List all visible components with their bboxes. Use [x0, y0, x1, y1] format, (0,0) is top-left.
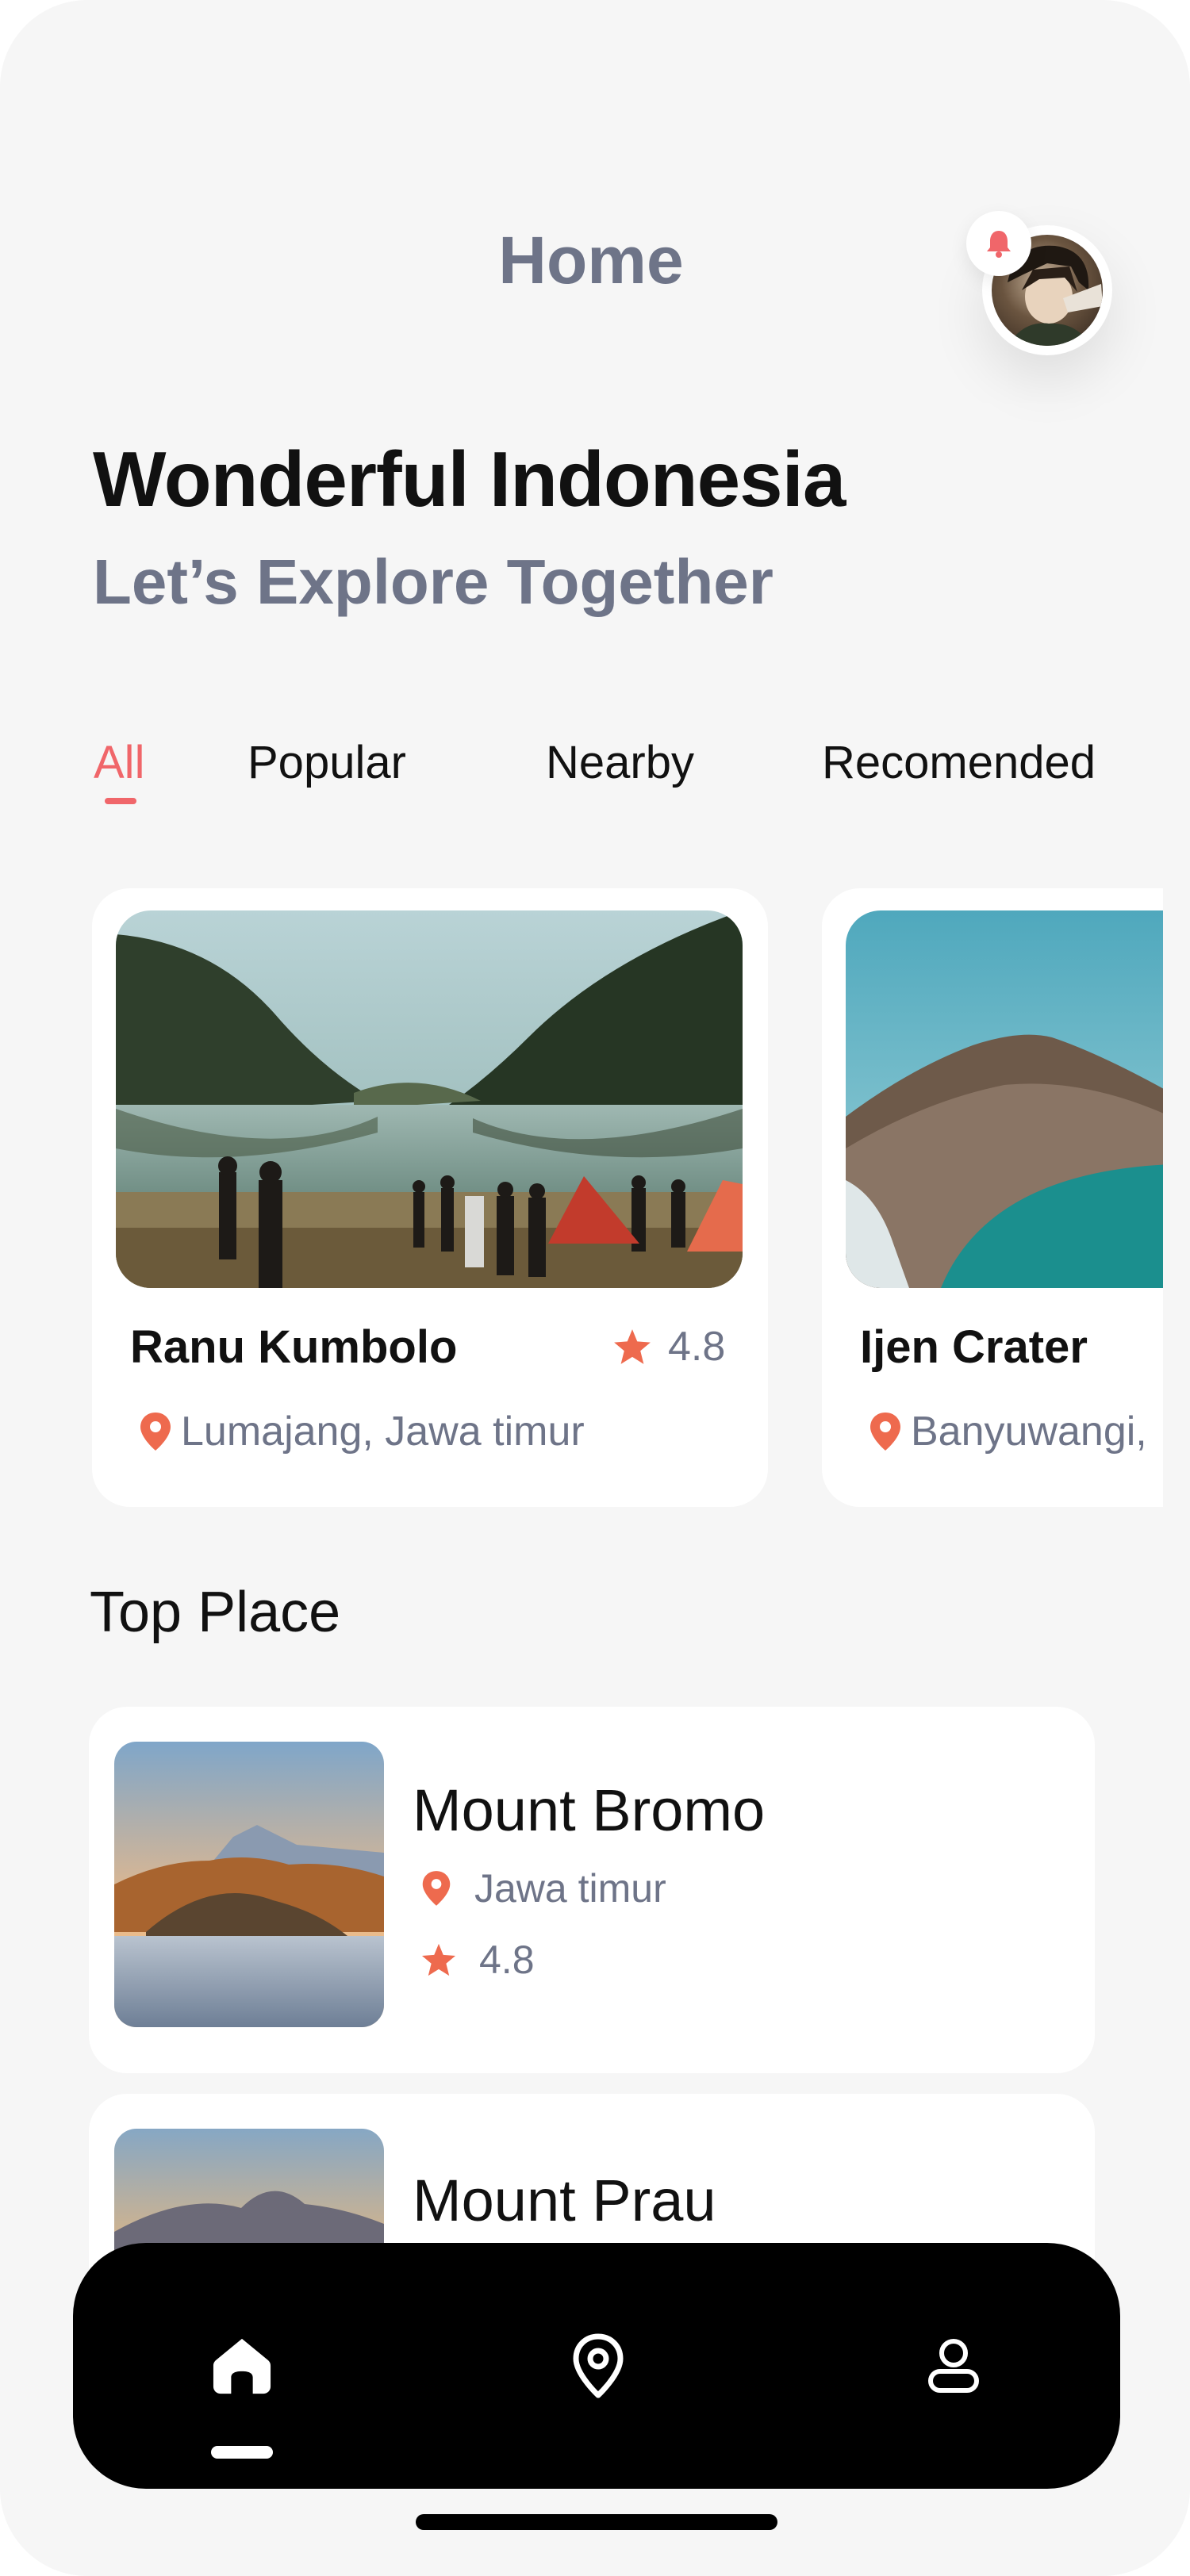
place-name: Mount Prau — [413, 2168, 716, 2233]
tab-all[interactable]: All — [94, 736, 144, 789]
home-indicator-bar — [416, 2514, 777, 2530]
rating-value: 4.8 — [668, 1324, 726, 1370]
place-rating: 4.8 — [420, 1937, 535, 1983]
destination-name: Ranu Kumbolo — [130, 1321, 458, 1373]
profile-icon — [928, 2339, 979, 2393]
star-icon — [614, 1329, 651, 1364]
nav-profile[interactable] — [874, 2243, 1033, 2489]
location-pin-icon — [422, 1871, 451, 1906]
phone-screen: Home Wonderful Indonesia Let’s Explore T… — [0, 0, 1190, 2576]
hero-subheadline: Let’s Explore Together — [93, 546, 774, 617]
location-pin-icon — [140, 1413, 171, 1451]
destination-location: Lumajang, Jawa timur — [138, 1408, 585, 1455]
place-location: Jawa timur — [420, 1865, 666, 1911]
hero-headline: Wonderful Indonesia — [93, 435, 846, 523]
top-place-item-mount-bromo[interactable]: Mount Bromo Jawa timur 4.8 — [89, 1707, 1095, 2073]
destination-card-ijen-crater[interactable]: Ijen Crater Banyuwangi, — [822, 888, 1163, 1507]
bell-icon — [987, 231, 1011, 258]
location-pin-icon — [573, 2333, 624, 2398]
destination-photo — [116, 910, 743, 1288]
notification-button[interactable] — [966, 211, 1031, 276]
home-icon — [213, 2338, 271, 2394]
bottom-navigation — [73, 2243, 1120, 2489]
destination-location: Banyuwangi, — [868, 1408, 1147, 1455]
place-photo — [114, 1742, 384, 2027]
tab-recomended[interactable]: Recomended — [822, 736, 1096, 789]
rating-value: 4.8 — [479, 1938, 535, 1982]
destination-photo — [846, 910, 1163, 1288]
section-title-top-place: Top Place — [90, 1581, 341, 1644]
location-text: Jawa timur — [474, 1866, 666, 1911]
place-name: Mount Bromo — [413, 1777, 766, 1843]
location-text: Banyuwangi, — [911, 1409, 1147, 1455]
nav-active-indicator — [211, 2446, 273, 2459]
destination-rating: 4.8 — [612, 1323, 725, 1370]
tab-nearby[interactable]: Nearby — [546, 736, 694, 789]
star-icon — [421, 1943, 456, 1976]
location-pin-icon — [870, 1413, 900, 1451]
tab-active-indicator — [105, 798, 136, 804]
location-text: Lumajang, Jawa timur — [181, 1409, 585, 1455]
destination-card-ranu-kumbolo[interactable]: Ranu Kumbolo 4.8 Lumajang, Jawa timur — [92, 888, 768, 1507]
nav-explore[interactable] — [519, 2243, 678, 2489]
tab-popular[interactable]: Popular — [248, 736, 406, 789]
destination-name: Ijen Crater — [860, 1321, 1088, 1373]
